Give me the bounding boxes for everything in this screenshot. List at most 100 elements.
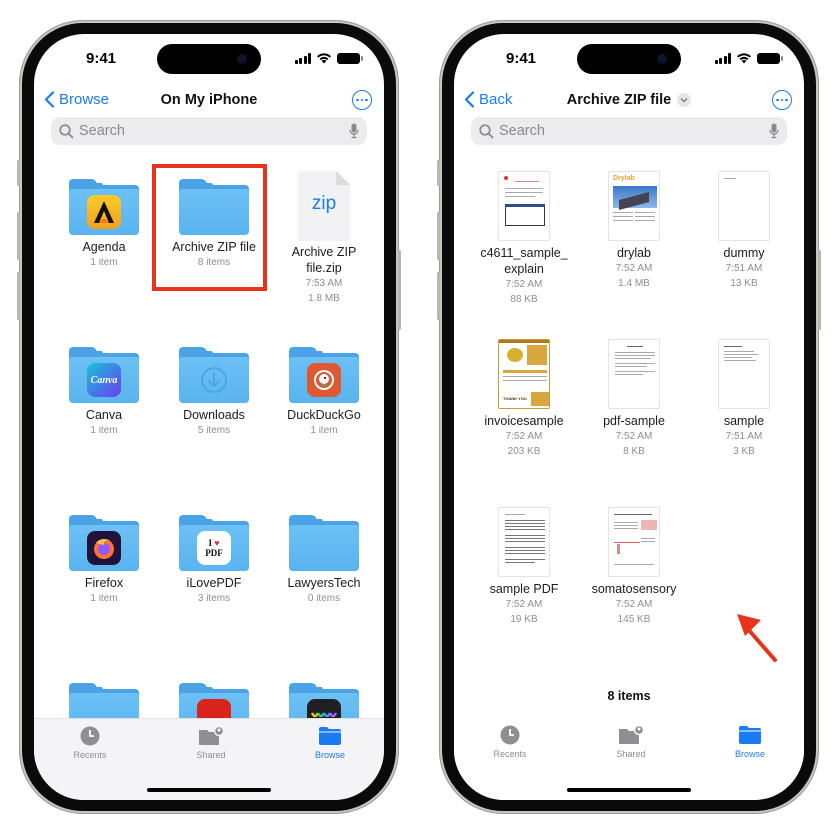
canva-icon: Canva [87,363,121,397]
item-size: 1.4 MB [618,278,650,289]
dynamic-island [157,44,261,74]
navigation-bar: Back Archive ZIP file [454,88,804,116]
tab-recents[interactable]: Recents [50,725,130,760]
ilovepdf-icon: I ♥ PDF [197,531,231,565]
folder-icon [319,727,341,745]
shared-folder-icon [199,726,224,745]
home-indicator [567,788,691,792]
screen-archive-zip-file: 9:41 Back Archive ZIP file Search c4611_… [454,34,804,800]
folder-duckduckgo[interactable]: DuckDuckGo 1 item [269,347,379,438]
item-count: 1 item [310,425,338,436]
folder-icon [289,515,359,571]
pdf-thumbnail [498,171,550,241]
volume-up-button [17,212,20,260]
file-somatosensory[interactable]: somatosensory 7:52 AM 145 KB [579,507,689,627]
shared-folder-icon [619,725,644,744]
folder-icon [69,515,139,571]
tab-bar: Recents Shared Browse [454,718,804,800]
volume-down-button [17,272,20,320]
microphone-icon[interactable] [769,123,779,139]
folder-agenda[interactable]: Agenda 1 item [49,179,159,270]
more-options-button[interactable] [772,90,792,110]
folder-downloads[interactable]: Downloads 5 items [159,347,269,438]
microphone-icon[interactable] [349,123,359,139]
clock-icon [80,726,100,746]
tab-label: Browse [734,749,765,759]
folder-firefox[interactable]: Firefox 1 item [49,515,159,606]
cellular-signal-icon [294,52,311,64]
highlight-box [152,164,267,291]
file-drylab[interactable]: Drylab drylab 7:52 AM 1.4 MB [579,171,689,291]
search-bar[interactable] [51,117,367,145]
file-archive-zip[interactable]: zip Archive ZIP file.zip 7:53 AM 1.8 MB [269,171,379,306]
file-c4611-sample-explain[interactable]: c4611_sample_ explain 7:52 AM 88 KB [469,171,579,307]
file-sample[interactable]: sample 7:51 AM 3 KB [689,339,799,459]
cellular-signal-icon [714,52,731,64]
pdf-thumbnail: Drylab [608,171,660,241]
more-options-button[interactable] [352,90,372,110]
item-date: 7:53 AM [305,278,343,289]
folder-ilovepdf[interactable]: I ♥ PDF iLovePDF 3 items [159,515,269,606]
folder-icon [69,179,139,235]
agenda-icon [87,195,121,229]
item-name: invoicesample [484,414,564,428]
item-name: drylab [616,246,652,260]
battery-icon [757,52,783,64]
zip-file-icon: zip [298,171,350,241]
page-title: Archive ZIP file [566,92,672,108]
power-button [818,250,821,330]
item-date: 7:52 AM [505,279,543,290]
item-name: DuckDuckGo [287,408,361,422]
tab-label: Recents [493,749,527,759]
title-menu[interactable]: Archive ZIP file [454,92,804,108]
navigation-bar: Browse On My iPhone [34,88,384,116]
item-date: 7:52 AM [615,263,653,274]
item-date: 7:52 AM [505,431,543,442]
tab-browse[interactable]: Browse [290,725,370,760]
search-input[interactable] [499,123,764,139]
battery-icon [337,52,363,64]
wifi-icon [317,53,331,64]
search-icon [59,123,74,138]
folder-lawyerstech[interactable]: LawyersTech 0 items [269,515,379,606]
search-input[interactable] [79,123,344,139]
tab-recents[interactable]: Recents [470,724,550,759]
tab-shared[interactable]: Shared [591,724,671,759]
item-size: 1.8 MB [308,293,340,304]
item-count: 3 items [197,593,231,604]
item-count: 0 items [307,593,341,604]
power-button [398,250,401,330]
folder-icon: Canva [69,347,139,403]
item-name: Firefox [84,576,124,590]
folder-canva[interactable]: Canva Canva 1 item [49,347,159,438]
item-name: LawyersTech [287,576,361,590]
tab-shared[interactable]: Shared [171,725,251,760]
pdf-thumbnail [718,171,770,241]
item-date: 7:52 AM [615,599,653,610]
file-pdf-sample[interactable]: pdf-sample 7:52 AM 8 KB [579,339,689,459]
item-name-line2: explain [504,262,544,276]
status-time: 9:41 [506,50,537,67]
clock-icon [500,725,520,745]
file-sample-pdf[interactable]: sample PDF 7:52 AM 19 KB [469,507,579,627]
page-title: On My iPhone [160,92,258,108]
tab-browse[interactable]: Browse [710,724,790,759]
folder-icon: I ♥ PDF [179,515,249,571]
item-name: iLovePDF [186,576,242,590]
status-icons [714,52,783,64]
item-count: 5 items [197,425,231,436]
pdf-thumbnail: THANK YOU [498,339,550,409]
item-date: 7:52 AM [505,599,543,610]
file-dummy[interactable]: dummy 7:51 AM 13 KB [689,171,799,291]
file-invoicesample[interactable]: THANK YOU invoicesample 7:52 AM 203 KB [469,339,579,459]
item-name: somatosensory [591,582,677,596]
item-date: 7:51 AM [725,263,763,274]
pdf-thumbnail [608,507,660,577]
item-date: 7:51 AM [725,431,763,442]
item-name: Canva [85,408,123,422]
folder-icon [739,726,761,744]
search-bar[interactable] [471,117,787,145]
screen-on-my-iphone: 9:41 Browse On My iPhone Search Agenda 1… [34,34,384,800]
chevron-down-icon [677,93,692,107]
item-name: Agenda [82,240,126,254]
